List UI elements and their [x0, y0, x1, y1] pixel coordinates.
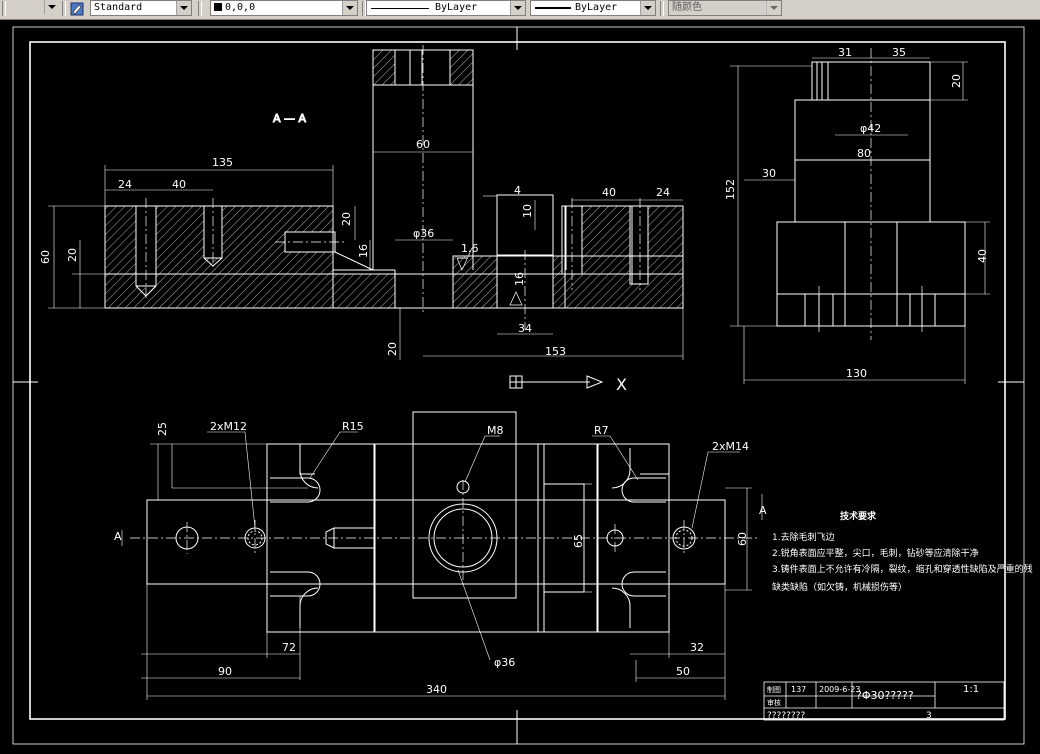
dim-phi36: φ36 [413, 227, 434, 240]
technical-notes: 技术要求 1.去除毛刺飞边 2.锐角表面应平整，尖口，毛刺，钻砂等应清除干净 3… [772, 510, 1033, 593]
label-checked: 审核 [767, 698, 781, 707]
dim-24: 24 [118, 178, 132, 191]
dim-135: 135 [212, 156, 233, 169]
dim-152: 152 [724, 179, 737, 200]
dim-20-left: 20 [66, 248, 79, 262]
cad-drawing: A — A 135 24 40 60 20 16 60 20 φ36 1.6 4… [12, 26, 1033, 745]
callout-2xm14: 2xM14 [712, 440, 749, 453]
chevron-down-icon[interactable] [766, 1, 781, 15]
dim-20: 20 [340, 212, 353, 226]
section-marker-right: A [759, 504, 767, 517]
dim-50: 50 [676, 665, 690, 678]
dim-130: 130 [846, 367, 867, 380]
toolbar-separator [2, 1, 6, 16]
section-marker-left: A [114, 530, 122, 543]
callout-2xm12: 2xM12 [210, 420, 247, 433]
chevron-down-icon[interactable] [640, 1, 655, 15]
sheet-number: 3 [926, 711, 932, 721]
dim-32: 32 [690, 641, 704, 654]
lineweight-select[interactable]: ByLayer [530, 0, 656, 16]
notes-line-3: 3.铸件表面上不允许有冷隔，裂纹，缩孔和穿透性缺陷及严重的残 [772, 563, 1033, 575]
dim-4: 4 [514, 184, 521, 197]
toolbar-separator [660, 1, 664, 16]
axis-x-label: X [616, 375, 627, 394]
dim-phi42: φ42 [860, 122, 881, 135]
text-style-value: Standard [94, 2, 143, 13]
linetype-swatch-icon [371, 8, 429, 9]
linetype-select[interactable]: ByLayer [366, 0, 526, 16]
dim-10: 10 [521, 204, 534, 218]
color-swatch-icon [214, 3, 222, 11]
dim-35: 35 [892, 46, 906, 59]
title-block: 制图 审核 137 2009-6-23 ?Φ30????? 1:1 ??????… [763, 681, 1005, 721]
section-label: A — A [273, 112, 307, 125]
dim-20: 20 [950, 74, 963, 88]
notes-line-1: 1.去除毛刺飞边 [772, 531, 835, 543]
notes-title: 技术要求 [840, 510, 877, 522]
color-select[interactable]: 0,0,0 [210, 0, 358, 16]
dim-20-low: 20 [386, 342, 399, 356]
dim-16: 16 [357, 244, 370, 258]
dim-60-left: 60 [39, 250, 52, 264]
part-name: ?Φ30????? [856, 689, 914, 702]
dim-30: 30 [762, 167, 776, 180]
dim-60: 60 [736, 532, 749, 546]
side-view: 31 35 20 φ42 80 30 152 40 130 [724, 46, 990, 384]
notes-line-2: 2.锐角表面应平整，尖口，毛刺，钻砂等应清除干净 [772, 547, 979, 559]
linetype-value: ByLayer [435, 2, 478, 13]
toolbar-separator [62, 1, 66, 16]
dim-34: 34 [518, 322, 532, 335]
dim-40: 40 [976, 249, 989, 263]
callout-m8: M8 [487, 424, 504, 437]
lineweight-swatch-icon [535, 7, 571, 9]
callout-phi36: φ36 [494, 656, 515, 669]
dim-16-slot: 16 [513, 272, 526, 286]
toolbar-separator [198, 1, 202, 16]
chevron-down-icon[interactable] [510, 1, 525, 15]
chevron-down-icon[interactable] [342, 1, 357, 15]
text-style-icon[interactable] [70, 1, 86, 16]
dim-90: 90 [218, 665, 232, 678]
plotstyle-select[interactable]: 随颜色 [668, 0, 782, 16]
text-style-select[interactable]: Standard [90, 0, 192, 16]
scale: 1:1 [963, 684, 979, 695]
dim-40: 40 [172, 178, 186, 191]
chevron-down-icon[interactable] [44, 0, 59, 14]
drawing-number: ???????? [767, 711, 805, 721]
dim-25: 25 [156, 422, 169, 436]
dim-40-right: 40 [602, 186, 616, 199]
finish-1-6: 1.6 [461, 242, 479, 255]
dim-153: 153 [545, 345, 566, 358]
dim-340: 340 [426, 683, 447, 696]
section-view-a-a: A — A 135 24 40 60 20 16 60 20 φ36 1.6 4… [39, 45, 684, 360]
plan-view: 25 2xM12 R15 M8 R7 2xM14 A A 65 60 72 90… [114, 411, 767, 700]
callout-r7: R7 [594, 424, 609, 437]
dim-80: 80 [857, 147, 871, 160]
properties-toolbar: Standard 0,0,0 ByLayer ByLayer 随颜色 [0, 0, 1040, 20]
dim-65: 65 [572, 534, 585, 548]
lineweight-value: ByLayer [575, 2, 618, 13]
dim-72: 72 [282, 641, 296, 654]
drawn-code: 137 [791, 685, 806, 694]
label-drawn: 制图 [767, 685, 781, 694]
drawn-date: 2009-6-23 [819, 685, 860, 694]
plotstyle-value: 随颜色 [672, 2, 702, 13]
dim-60-top: 60 [416, 138, 430, 151]
callout-r15: R15 [342, 420, 364, 433]
dim-31: 31 [838, 46, 852, 59]
color-value: 0,0,0 [225, 2, 256, 13]
notes-line-4: 缺类缺陷（如欠铸，机械损伤等） [772, 581, 907, 593]
ucs-icon: X [509, 375, 627, 394]
dim-24-right: 24 [656, 186, 670, 199]
drawing-canvas[interactable]: A — A 135 24 40 60 20 16 60 20 φ36 1.6 4… [0, 19, 1040, 750]
chevron-down-icon[interactable] [176, 1, 191, 15]
